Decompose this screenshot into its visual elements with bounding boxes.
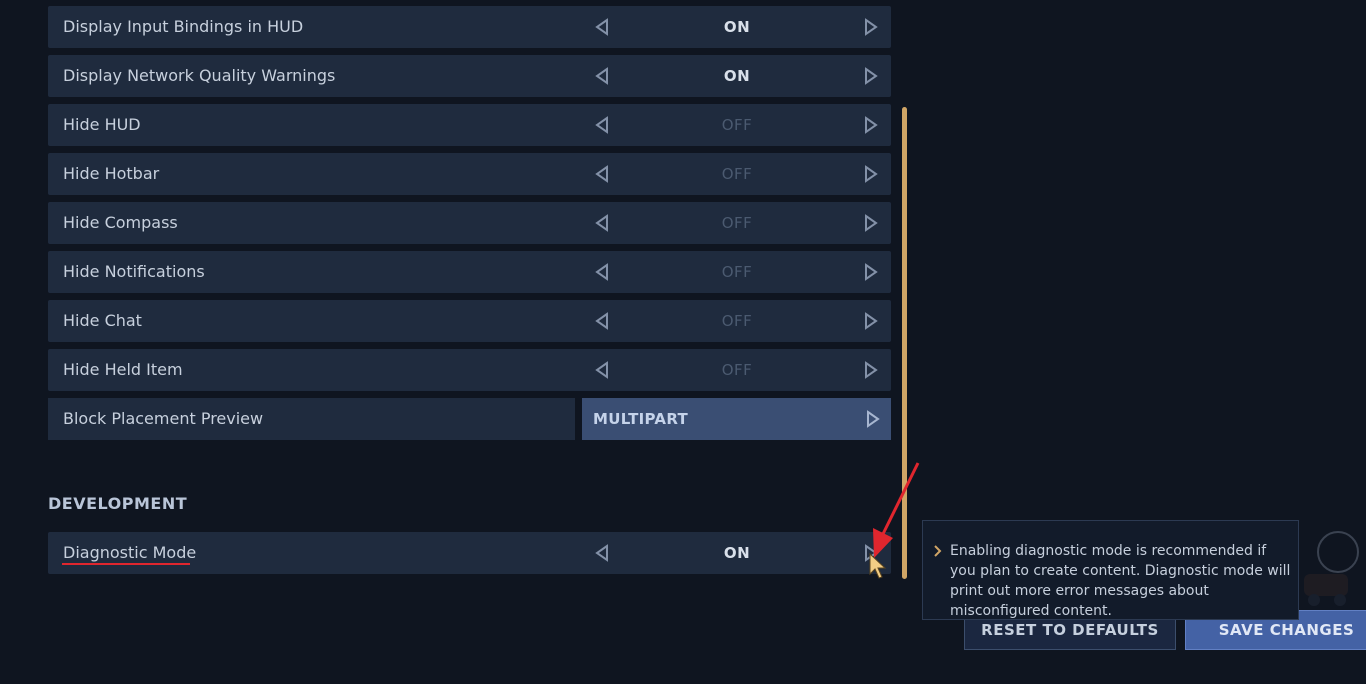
- chevron-right-icon: [934, 545, 942, 557]
- setting-value: ON: [723, 18, 751, 36]
- setting-value: OFF: [721, 214, 753, 232]
- setting-row-hide-held-item[interactable]: Hide Held Item OFF: [48, 349, 891, 391]
- setting-value: ON: [723, 544, 751, 562]
- arrow-left-icon[interactable]: [592, 311, 612, 331]
- setting-label: Hide Hotbar: [63, 164, 160, 183]
- arrow-right-icon[interactable]: [861, 115, 881, 135]
- tooltip-text: Enabling diagnostic mode is recommended …: [950, 543, 1291, 619]
- setting-row-diagnostic-mode[interactable]: Diagnostic Mode ON: [48, 532, 891, 574]
- arrow-left-icon[interactable]: [592, 17, 612, 37]
- setting-row-hide-compass[interactable]: Hide Compass OFF: [48, 202, 891, 244]
- setting-row-display-input-bindings[interactable]: Display Input Bindings in HUD ON: [48, 6, 891, 48]
- setting-row-hide-notifications[interactable]: Hide Notifications OFF: [48, 251, 891, 293]
- arrow-right-icon[interactable]: [861, 164, 881, 184]
- setting-row-hide-chat[interactable]: Hide Chat OFF: [48, 300, 891, 342]
- arrow-left-icon[interactable]: [592, 115, 612, 135]
- setting-row-display-network-warnings[interactable]: Display Network Quality Warnings ON: [48, 55, 891, 97]
- arrow-left-icon[interactable]: [592, 262, 612, 282]
- setting-value: OFF: [721, 312, 753, 330]
- setting-row-hide-hotbar[interactable]: Hide Hotbar OFF: [48, 153, 891, 195]
- arrow-left-icon[interactable]: [592, 213, 612, 233]
- arrow-right-icon[interactable]: [861, 360, 881, 380]
- setting-label: Hide Notifications: [63, 262, 205, 281]
- setting-row-block-placement-preview: Block Placement Preview MULTIPART: [48, 398, 891, 440]
- selector-value: MULTIPART: [593, 410, 689, 428]
- arrow-right-icon[interactable]: [861, 66, 881, 86]
- arrow-left-icon[interactable]: [592, 543, 612, 563]
- block-placement-selector[interactable]: MULTIPART: [582, 398, 891, 440]
- arrow-left-icon[interactable]: [592, 66, 612, 86]
- setting-label: Display Input Bindings in HUD: [63, 17, 304, 36]
- arrow-left-icon[interactable]: [592, 164, 612, 184]
- setting-label-cell: Block Placement Preview: [48, 398, 575, 440]
- setting-value: OFF: [721, 361, 753, 379]
- setting-value: OFF: [721, 263, 753, 281]
- setting-label: Display Network Quality Warnings: [63, 66, 336, 85]
- arrow-right-icon[interactable]: [861, 311, 881, 331]
- annotation-underline: [62, 563, 190, 565]
- arrow-right-icon[interactable]: [861, 213, 881, 233]
- setting-label: Hide Compass: [63, 213, 178, 232]
- setting-label: Diagnostic Mode: [63, 543, 197, 562]
- setting-label: Hide HUD: [63, 115, 141, 134]
- setting-label: Hide Chat: [63, 311, 142, 330]
- setting-value: OFF: [721, 116, 753, 134]
- arrow-right-icon[interactable]: [861, 262, 881, 282]
- arrow-left-icon[interactable]: [592, 360, 612, 380]
- arrow-right-icon[interactable]: [861, 17, 881, 37]
- setting-row-hide-hud[interactable]: Hide HUD OFF: [48, 104, 891, 146]
- setting-label: Block Placement Preview: [63, 409, 264, 428]
- mascot-icon: [1304, 531, 1359, 606]
- mouse-cursor-icon: [869, 552, 887, 579]
- setting-value: OFF: [721, 165, 753, 183]
- setting-label: Hide Held Item: [63, 360, 183, 379]
- setting-value: ON: [723, 67, 751, 85]
- tooltip: Enabling diagnostic mode is recommended …: [922, 520, 1299, 620]
- arrow-right-icon[interactable]: [863, 409, 883, 429]
- section-title-development: DEVELOPMENT: [48, 494, 188, 513]
